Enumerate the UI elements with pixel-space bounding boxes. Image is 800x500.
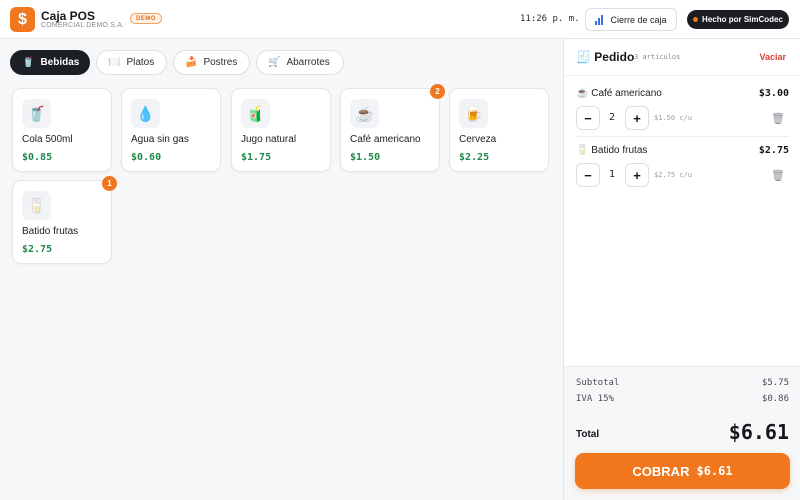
order-line-name: ☕ Café americano: [576, 88, 662, 99]
tab-label: Bebidas: [40, 57, 80, 68]
close-register-button[interactable]: Cierre de caja: [585, 8, 677, 31]
tab-platos[interactable]: 🍽️ Platos: [96, 50, 167, 75]
app-header: $ Caja POS COMERCIAL DEMO S.A. DEMO 11:2…: [0, 0, 800, 39]
receipt-icon: 🧾: [576, 50, 591, 64]
product-name: Jugo natural: [241, 134, 297, 145]
order-header: 🧾 Pedido 3 artículos Vaciar: [564, 39, 800, 76]
subtotal-label: Subtotal: [576, 378, 620, 388]
order-line-unit-price: $2.75 c/u: [654, 171, 692, 179]
beer-icon: 🍺: [459, 99, 488, 128]
smoothie-icon: 🥛: [576, 145, 589, 156]
charge-amount: $6.61: [696, 464, 733, 478]
charge-button[interactable]: COBRAR $6.61: [575, 453, 790, 489]
product-card-cafe[interactable]: ☕ Café americano $1.50: [340, 88, 440, 172]
close-register-label: Cierre de caja: [610, 14, 667, 25]
product-name: Cerveza: [459, 134, 497, 145]
plate-icon: 🍽️: [108, 57, 121, 68]
product-name: Batido frutas: [22, 226, 79, 237]
made-by-label: Hecho por SimCodec: [702, 15, 783, 24]
subtotal-value: $5.75: [761, 378, 789, 388]
juice-box-icon: 🧃: [241, 99, 270, 128]
product-card-cola[interactable]: 🥤 Cola 500ml $0.85: [12, 88, 112, 172]
product-card-cerveza[interactable]: 🍺 Cerveza $2.25: [449, 88, 549, 172]
product-price: $1.50: [350, 152, 381, 163]
product-name: Café americano: [350, 134, 421, 145]
dollar-icon: $: [18, 10, 27, 28]
charge-label: COBRAR: [632, 463, 690, 479]
increase-qty-button[interactable]: +: [625, 106, 649, 130]
totals-section: Subtotal $5.75 IVA 15% $0.86 Total $6.61…: [564, 366, 800, 500]
product-price: $0.85: [22, 152, 53, 163]
made-by-button[interactable]: Hecho por SimCodec: [687, 10, 789, 29]
tab-bebidas[interactable]: 🥤 Bebidas: [10, 50, 90, 75]
clock: 11:26 p. m.: [520, 14, 580, 24]
order-line-unit-price: $1.50 c/u: [654, 114, 692, 122]
smoothie-icon: 🥛: [22, 191, 51, 220]
trash-icon[interactable]: 🗑: [771, 112, 785, 125]
bar-chart-icon: [595, 14, 605, 25]
cup-icon: 🥤: [22, 57, 35, 68]
cart-icon: 🛒: [268, 57, 281, 68]
product-price: $2.75: [22, 244, 53, 255]
decrease-qty-button[interactable]: −: [576, 163, 600, 187]
tax-value: $0.86: [761, 394, 789, 404]
tab-label: Postres: [203, 57, 238, 68]
product-name: Agua sin gas: [131, 134, 189, 145]
product-price: $1.75: [241, 152, 272, 163]
tab-postres[interactable]: 🍰 Postres: [173, 50, 250, 75]
product-card-batido[interactable]: 🥛 Batido frutas $2.75: [12, 180, 112, 264]
decrease-qty-button[interactable]: −: [576, 106, 600, 130]
trash-icon[interactable]: 🗑: [771, 169, 785, 182]
total-value: $6.61: [728, 420, 789, 444]
product-price: $2.25: [459, 152, 490, 163]
cake-icon: 🍰: [185, 57, 198, 68]
cart-qty-badge: 1: [102, 176, 117, 191]
divider: [576, 136, 789, 137]
soda-icon: 🥤: [22, 99, 51, 128]
order-title: 🧾 Pedido: [576, 50, 635, 64]
increase-qty-button[interactable]: +: [625, 163, 649, 187]
app-logo: $: [10, 7, 35, 32]
demo-badge: DEMO: [130, 13, 162, 24]
product-card-jugo[interactable]: 🧃 Jugo natural $1.75: [231, 88, 331, 172]
product-price: $0.60: [131, 152, 162, 163]
coffee-icon: ☕: [350, 99, 379, 128]
cart-qty-badge: 2: [430, 84, 445, 99]
tab-label: Platos: [126, 57, 155, 68]
tab-label: Abarrotes: [286, 57, 330, 68]
order-line-qty: 2: [608, 112, 616, 123]
app-title: Caja POS: [41, 9, 96, 23]
order-item-count: 3 artículos: [634, 53, 681, 61]
status-dot-icon: [693, 17, 699, 22]
order-line-qty: 1: [608, 169, 616, 180]
tab-abarrotes[interactable]: 🛒 Abarrotes: [256, 50, 344, 75]
water-drop-icon: 💧: [131, 99, 160, 128]
total-label: Total: [576, 429, 600, 440]
product-card-agua[interactable]: 💧 Agua sin gas $0.60: [121, 88, 221, 172]
order-line-total: $2.75: [758, 145, 789, 156]
coffee-icon: ☕: [576, 88, 589, 99]
company-name: COMERCIAL DEMO S.A.: [41, 22, 125, 29]
order-line: ☕ Café americano $3.00 − 2 + $1.50 c/u 🗑: [576, 88, 789, 132]
clear-order-button[interactable]: Vaciar: [759, 52, 786, 62]
tax-label: IVA 15%: [576, 394, 614, 404]
order-line-name: 🥛 Batido frutas: [576, 145, 648, 156]
product-name: Cola 500ml: [22, 134, 73, 145]
order-line: 🥛 Batido frutas $2.75 − 1 + $2.75 c/u 🗑: [576, 145, 789, 189]
order-line-total: $3.00: [758, 88, 789, 99]
order-panel: 🧾 Pedido 3 artículos Vaciar ☕ Café ameri…: [563, 39, 800, 500]
